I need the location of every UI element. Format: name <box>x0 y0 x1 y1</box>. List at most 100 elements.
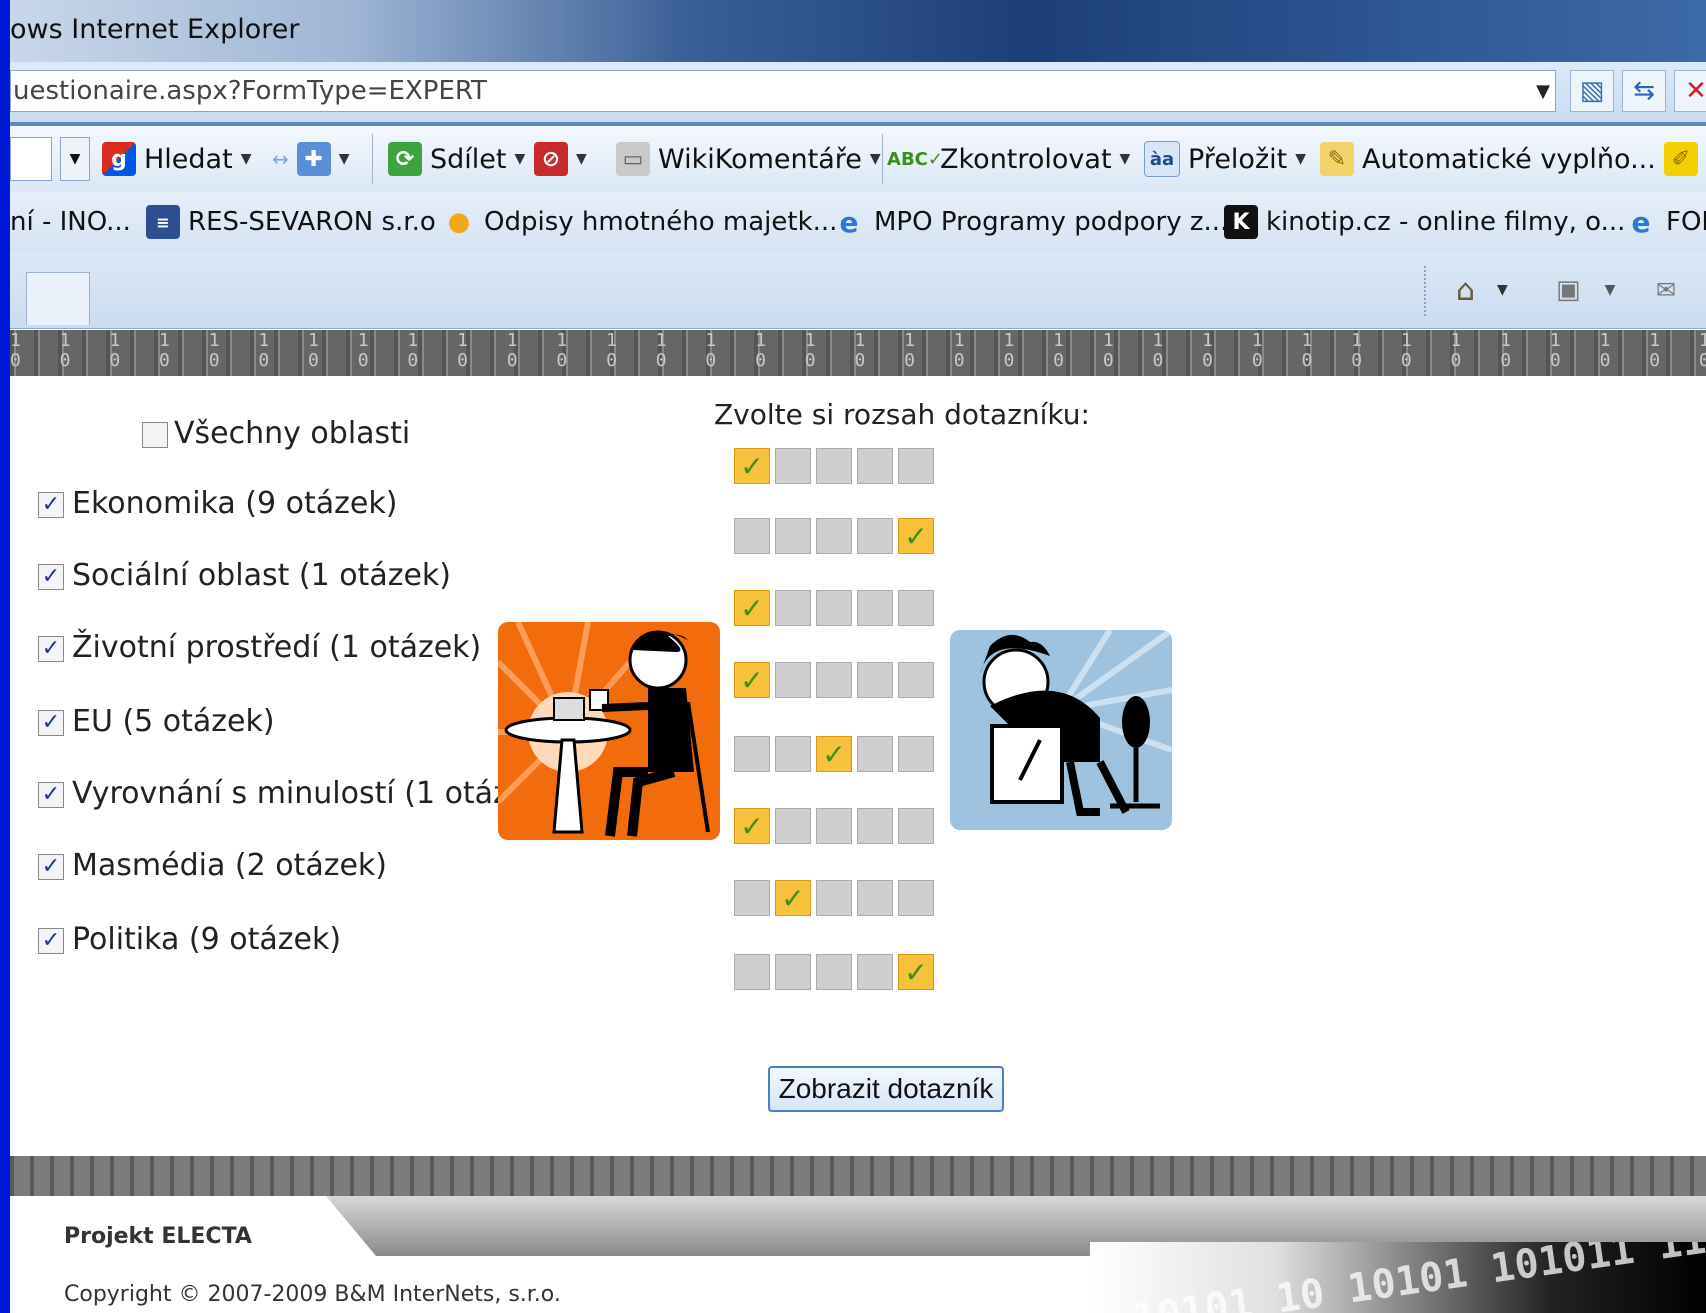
scale-box-selected[interactable]: ✓ <box>734 590 770 626</box>
scale-box[interactable] <box>816 590 852 626</box>
translate-label: Přeložit <box>1188 143 1288 175</box>
scope-title: Zvolte si rozsah dotazníku: <box>714 398 1090 431</box>
scale-box[interactable] <box>857 590 893 626</box>
home-button[interactable]: ⌂ ▼ <box>1456 270 1508 310</box>
wiki-comments-button[interactable]: ▭ WikiKomentáře ▼ <box>616 136 881 182</box>
scale-box[interactable] <box>775 736 811 772</box>
chevron-down-icon: ▼ <box>240 151 252 167</box>
scale-box-selected[interactable]: ✓ <box>775 880 811 916</box>
scale-box-selected[interactable]: ✓ <box>734 662 770 698</box>
share-button[interactable]: ⟳ Sdílet ▼ <box>388 136 525 182</box>
scale-box[interactable] <box>734 954 770 990</box>
scale-box[interactable] <box>898 662 934 698</box>
compat-view-icon[interactable]: ▧ <box>1570 70 1614 112</box>
scale-box[interactable] <box>775 518 811 554</box>
project-name: Projekt ELECTA <box>64 1224 252 1249</box>
scale-box[interactable] <box>816 880 852 916</box>
area-checkbox[interactable]: ✓ <box>38 710 64 736</box>
scale-box[interactable] <box>816 662 852 698</box>
area-label: Životní prostředí (1 otázek) <box>72 630 482 665</box>
scale-box[interactable] <box>898 808 934 844</box>
area-checkbox[interactable]: ✓ <box>38 564 64 590</box>
all-areas-checkbox[interactable] <box>142 422 168 448</box>
block-icon: ⊘ <box>534 142 568 176</box>
scale-box[interactable] <box>857 954 893 990</box>
scale-box-selected[interactable]: ✓ <box>898 954 934 990</box>
scale-box[interactable] <box>816 954 852 990</box>
url-dropdown-icon[interactable]: ▼ <box>1530 70 1556 112</box>
stop-icon[interactable]: ✕ <box>1674 70 1706 112</box>
scale-box-selected[interactable]: ✓ <box>898 518 934 554</box>
toolbar-search-box[interactable]: ▼ <box>10 136 90 182</box>
scale-box[interactable] <box>857 880 893 916</box>
scale-box[interactable] <box>775 590 811 626</box>
scale-box[interactable] <box>857 808 893 844</box>
chevron-down-icon: ▼ <box>514 151 526 167</box>
area-scale: ✓ <box>734 808 934 844</box>
scale-box[interactable] <box>775 808 811 844</box>
spellcheck-button[interactable]: ABC✓ Zkontrolovat ▼ <box>887 136 1130 182</box>
show-questionnaire-button[interactable]: Zobrazit dotazník <box>768 1066 1004 1112</box>
scale-box[interactable] <box>857 662 893 698</box>
mail-icon: ✉ <box>1656 276 1677 304</box>
scale-box[interactable] <box>775 448 811 484</box>
add-button[interactable]: ↔ ✚ ▼ <box>272 136 350 182</box>
refresh-icon[interactable]: ⇆ <box>1622 70 1666 112</box>
scale-box[interactable] <box>857 518 893 554</box>
chevron-down-icon[interactable]: ▼ <box>1605 282 1616 298</box>
scale-box[interactable] <box>816 808 852 844</box>
scale-box[interactable] <box>734 518 770 554</box>
browser-window: ows Internet Explorer uestionaire.aspx?F… <box>10 0 1706 1313</box>
chevron-down-icon[interactable]: ▼ <box>1497 282 1508 298</box>
highlighter-button[interactable]: ✐ <box>1664 136 1698 182</box>
scale-box-selected[interactable]: ✓ <box>816 736 852 772</box>
scale-box[interactable] <box>898 590 934 626</box>
scale-box[interactable] <box>857 448 893 484</box>
arrows-icon: ↔ <box>272 147 289 171</box>
scale-box[interactable] <box>816 518 852 554</box>
home-icon: ⌂ <box>1456 272 1476 308</box>
scale-box-selected[interactable]: ✓ <box>734 448 770 484</box>
feeds-button[interactable]: ▣ ▼ <box>1556 270 1615 310</box>
scale-box[interactable] <box>775 662 811 698</box>
scale-box[interactable] <box>775 954 811 990</box>
scale-box[interactable] <box>898 736 934 772</box>
all-areas-scale: ✓ <box>734 448 934 484</box>
autofill-button[interactable]: ✎ Automatické vyplňo... ▼ <box>1320 136 1675 182</box>
scale-box[interactable] <box>898 880 934 916</box>
new-tab-button[interactable] <box>26 272 90 325</box>
search-dropdown-icon[interactable]: ▼ <box>60 137 90 181</box>
favorite-link[interactable]: ● Odpisy hmotného majetk... <box>442 200 838 244</box>
search-button[interactable]: g Hledat ▼ <box>102 136 251 182</box>
scale-box[interactable] <box>898 448 934 484</box>
google-icon: g <box>102 142 136 176</box>
translate-button[interactable]: àa Přeložit ▼ <box>1144 136 1306 182</box>
scale-box[interactable] <box>734 736 770 772</box>
scale-box[interactable] <box>734 880 770 916</box>
area-checkbox[interactable]: ✓ <box>38 928 64 954</box>
scale-box[interactable] <box>857 736 893 772</box>
window-title: ows Internet Explorer <box>10 14 300 45</box>
translate-icon: àa <box>1144 141 1180 177</box>
autofill-label: Automatické vyplňo... <box>1362 143 1656 175</box>
area-label: Politika (9 otázek) <box>72 922 342 957</box>
popup-blocker-button[interactable]: ⊘ ▼ <box>534 136 587 182</box>
scale-box[interactable] <box>816 448 852 484</box>
mail-button[interactable]: ✉ <box>1656 270 1676 310</box>
favorite-link[interactable]: e FON <box>1624 200 1706 244</box>
area-scale: ✓ <box>734 736 934 772</box>
favorite-link[interactable]: K kinotip.cz - online filmy, o... <box>1224 200 1625 244</box>
url-input[interactable]: uestionaire.aspx?FormType=EXPERT <box>10 70 1556 112</box>
area-checkbox[interactable]: ✓ <box>38 854 64 880</box>
area-scale: ✓ <box>734 954 934 990</box>
scale-box-selected[interactable]: ✓ <box>734 808 770 844</box>
favorite-link[interactable]: ≡ RES-SEVARON s.r.o <box>146 200 436 244</box>
area-row: ✓ Sociální oblast (1 otázek) <box>10 556 710 606</box>
area-checkbox[interactable]: ✓ <box>38 782 64 808</box>
favorite-link[interactable]: e MPO Programy podpory z... <box>832 200 1229 244</box>
area-checkbox[interactable]: ✓ <box>38 492 64 518</box>
header-pattern: 1 1 1 1 1 1 1 1 1 1 1 1 1 1 1 1 1 1 1 1 … <box>10 330 1706 376</box>
area-checkbox[interactable]: ✓ <box>38 636 64 662</box>
comment-icon: ▭ <box>616 142 650 176</box>
favorite-link[interactable]: ní - INO... <box>10 200 131 244</box>
